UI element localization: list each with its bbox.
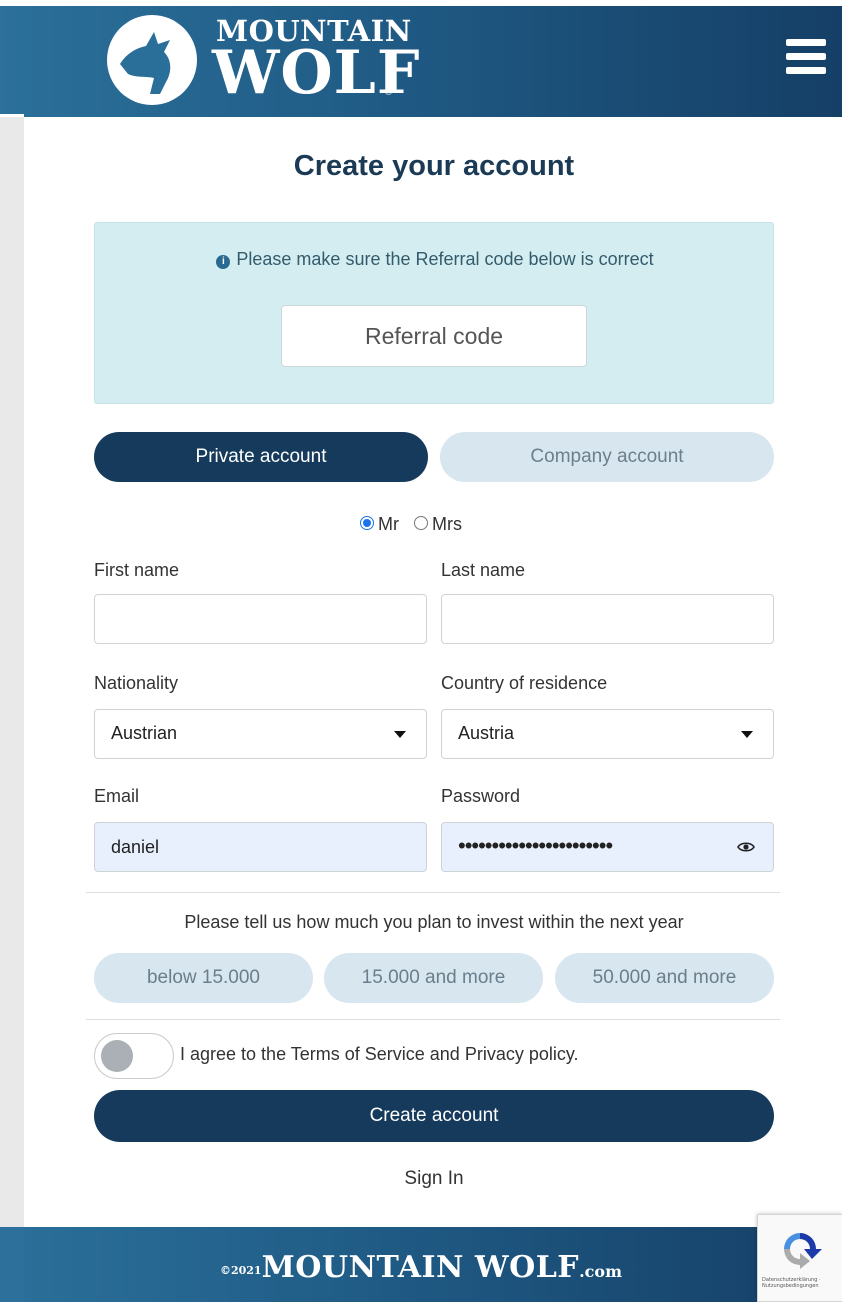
nationality-label: Nationality bbox=[94, 673, 179, 693]
recaptcha-legal-text[interactable]: Datenschutzerklärung · Nutzungsbedingung… bbox=[762, 1277, 840, 1289]
chevron-down-icon bbox=[394, 731, 406, 738]
footer-brand-name: MOUNTAIN WOLF bbox=[261, 1250, 580, 1285]
create-account-button[interactable]: Create account bbox=[94, 1090, 774, 1142]
recaptcha-badge[interactable]: Datenschutzerklärung · Nutzungsbedingung… bbox=[757, 1214, 842, 1302]
last-name-label: Last name bbox=[441, 560, 526, 580]
referral-code-input[interactable] bbox=[281, 305, 587, 367]
password-label: Password bbox=[441, 786, 521, 806]
last-name-input[interactable] bbox=[441, 594, 774, 644]
chevron-down-icon bbox=[741, 731, 753, 738]
invest-question: Please tell us how much you plan to inve… bbox=[184, 912, 684, 932]
divider bbox=[86, 892, 780, 893]
company-account-tab[interactable]: Company account bbox=[440, 432, 774, 482]
mrs-radio[interactable] bbox=[414, 516, 429, 530]
mr-radio[interactable] bbox=[360, 516, 374, 530]
first-name-input[interactable] bbox=[94, 594, 427, 644]
footer-brand-suffix: .com bbox=[579, 1262, 623, 1281]
left-gutter bbox=[0, 117, 24, 1227]
password-input[interactable]: ••••••••••••••••••••••• bbox=[441, 822, 774, 872]
nationality-value: Austrian bbox=[111, 723, 178, 743]
invest-50000-plus-button[interactable]: 50.000 and more bbox=[555, 953, 774, 1003]
divider bbox=[86, 1019, 780, 1020]
wolf-logo-icon[interactable] bbox=[106, 14, 198, 106]
residence-value: Austria bbox=[458, 723, 515, 743]
agree-terms-toggle[interactable] bbox=[94, 1033, 174, 1079]
toggle-knob bbox=[101, 1040, 133, 1072]
footer-brand: ©2021MOUNTAIN WOLF.com bbox=[0, 1250, 842, 1285]
private-account-tab[interactable]: Private account bbox=[94, 432, 428, 482]
invest-below-15000-button[interactable]: below 15.000 bbox=[94, 953, 313, 1003]
eye-icon[interactable] bbox=[737, 840, 755, 854]
logo-registered-mark: ® bbox=[384, 88, 393, 98]
footer-year: ©2021 bbox=[219, 1264, 262, 1277]
sign-in-link[interactable]: Sign In bbox=[0, 1168, 842, 1190]
referral-info-box: i Please make sure the Referral code belo… bbox=[94, 222, 774, 404]
first-name-label: First name bbox=[94, 560, 180, 580]
info-icon: i bbox=[216, 255, 231, 269]
agree-terms-label[interactable]: I agree to the Terms of Service and Priv… bbox=[180, 1044, 579, 1065]
residence-select[interactable]: Austria bbox=[441, 709, 774, 759]
mrs-radio-label[interactable]: Mrs bbox=[432, 514, 462, 534]
nationality-select[interactable]: Austrian bbox=[94, 709, 427, 759]
site-header: MOUNTAIN WOLF ® bbox=[0, 0, 842, 117]
salutation-radio-group: Mr Mrs bbox=[360, 514, 472, 535]
email-label: Email bbox=[94, 786, 140, 806]
mr-radio-label[interactable]: Mr bbox=[378, 514, 399, 534]
referral-message: Please make sure the Referral code below… bbox=[236, 249, 654, 269]
hamburger-menu-icon[interactable] bbox=[782, 36, 830, 80]
recaptcha-icon bbox=[784, 1233, 822, 1269]
password-mask: ••••••••••••••••••••••• bbox=[458, 833, 613, 858]
email-input[interactable] bbox=[94, 822, 427, 872]
residence-label: Country of residence bbox=[441, 673, 608, 693]
page-title: Create your account bbox=[293, 150, 575, 182]
invest-15000-plus-button[interactable]: 15.000 and more bbox=[324, 953, 543, 1003]
